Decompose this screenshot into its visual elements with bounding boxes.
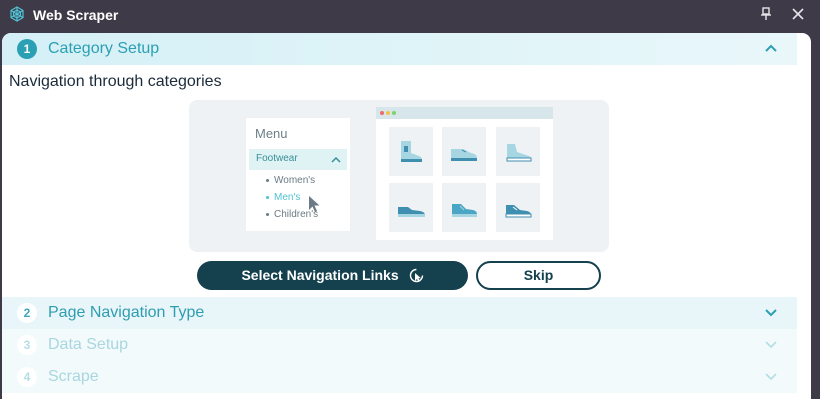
product-tile bbox=[389, 183, 433, 232]
scrollbar-track[interactable] bbox=[798, 41, 811, 399]
pin-icon[interactable] bbox=[757, 5, 775, 23]
step-number: 4 bbox=[17, 367, 37, 387]
chevron-up-icon bbox=[331, 156, 341, 163]
step-page-navigation-type-header[interactable]: 2 Page Navigation Type bbox=[2, 297, 797, 329]
shoe-icon bbox=[451, 149, 477, 161]
menu-sub-item: Women's bbox=[266, 175, 315, 186]
navigation-illustration: Menu Footwear Women's Men's Children's bbox=[189, 100, 609, 252]
step-label: Page Navigation Type bbox=[48, 304, 205, 321]
title-bar: Web Scraper bbox=[0, 0, 820, 30]
close-icon[interactable] bbox=[789, 5, 807, 23]
section-subtitle: Navigation through categories bbox=[9, 73, 222, 90]
product-tile bbox=[496, 127, 540, 176]
menu-sub-item-active: Men's bbox=[266, 192, 300, 203]
step-number: 3 bbox=[17, 335, 37, 355]
sneaker-icon bbox=[506, 144, 532, 162]
menu-selected-label: Footwear bbox=[256, 153, 298, 164]
menu-card: Menu Footwear Women's Men's Children's bbox=[246, 118, 350, 231]
select-navigation-links-button[interactable]: Select Navigation Links bbox=[197, 261, 468, 290]
select-navigation-links-label: Select Navigation Links bbox=[241, 267, 399, 283]
step-category-setup-header[interactable]: 1 Category Setup bbox=[2, 33, 797, 65]
chevron-down-icon[interactable] bbox=[764, 339, 778, 349]
product-tile bbox=[389, 127, 433, 176]
product-tile bbox=[496, 183, 540, 232]
product-tile bbox=[442, 183, 486, 232]
browser-bar bbox=[376, 107, 553, 119]
sport-shoe-icon bbox=[505, 205, 532, 218]
chevron-down-icon[interactable] bbox=[764, 371, 778, 381]
running-shoe-icon bbox=[398, 207, 425, 217]
step-label: Category Setup bbox=[48, 40, 160, 57]
step-scrape-header[interactable]: 4 Scrape bbox=[2, 361, 797, 393]
step-data-setup-header[interactable]: 3 Data Setup bbox=[2, 329, 797, 361]
app-title: Web Scraper bbox=[33, 7, 119, 23]
wizard-panel: 1 Category Setup Navigation through cate… bbox=[2, 33, 811, 399]
cursor-arrow-icon bbox=[309, 196, 320, 212]
step-label: Scrape bbox=[48, 368, 99, 385]
step-number: 1 bbox=[17, 39, 37, 59]
menu-title: Menu bbox=[255, 126, 288, 141]
chevron-down-icon[interactable] bbox=[764, 307, 778, 317]
boot-icon bbox=[401, 141, 422, 162]
cursor-click-icon bbox=[409, 268, 423, 283]
chevron-up-icon[interactable] bbox=[764, 43, 778, 53]
skip-button[interactable]: Skip bbox=[476, 261, 601, 290]
step-number: 2 bbox=[17, 303, 37, 323]
spider-web-icon bbox=[10, 6, 24, 22]
trainer-icon bbox=[452, 204, 477, 217]
menu-selected-item: Footwear bbox=[249, 149, 347, 170]
product-tile bbox=[442, 127, 486, 176]
browser-mockup bbox=[376, 107, 553, 240]
step-label: Data Setup bbox=[48, 336, 129, 353]
